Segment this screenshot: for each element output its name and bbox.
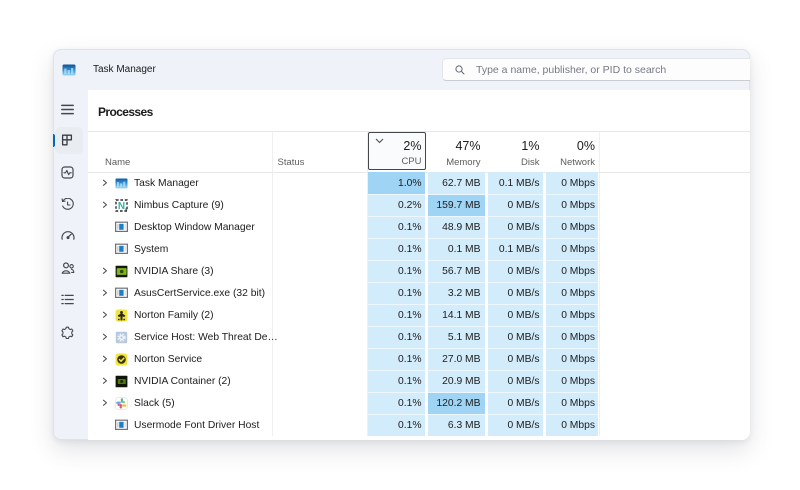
svg-text:N: N (118, 201, 125, 212)
